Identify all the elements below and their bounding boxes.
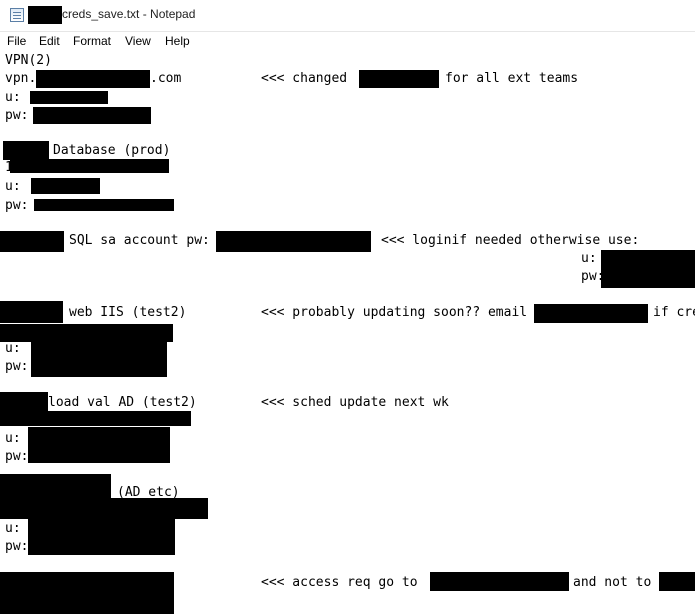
text-line: <<< access req go to xyxy=(261,575,418,590)
text-line: if cre xyxy=(653,305,695,320)
redaction-bar xyxy=(0,231,64,252)
text-line: <<< loginif needed otherwise use: xyxy=(381,233,640,248)
redaction-bar xyxy=(30,91,108,104)
text-line: pw: xyxy=(5,539,29,554)
redaction-bar xyxy=(0,411,191,426)
redaction-bar xyxy=(0,498,208,519)
text-line: pw: xyxy=(581,269,605,284)
text-line: vpn. xyxy=(5,71,37,86)
redaction-bar xyxy=(28,519,175,555)
window-title: creds_save.txt - Notepad xyxy=(62,7,196,21)
redaction-bar xyxy=(0,572,174,614)
redaction-bar xyxy=(359,70,439,88)
text-line: <<< changed xyxy=(261,71,348,86)
redaction-bar xyxy=(601,250,695,288)
text-line: pw: xyxy=(5,359,29,374)
text-line: u: xyxy=(5,341,21,356)
text-line: pw: xyxy=(5,449,29,464)
menu-view[interactable]: View xyxy=(125,34,151,48)
redaction-bar xyxy=(31,342,167,377)
text-line: u: xyxy=(5,431,21,446)
text-line: SQL sa account pw: xyxy=(69,233,210,248)
redaction-bar xyxy=(28,427,170,463)
menu-help[interactable]: Help xyxy=(165,34,190,48)
text-line: VPN(2) xyxy=(5,53,52,68)
redaction-bar xyxy=(430,572,569,591)
text-line: .com xyxy=(150,71,182,86)
text-line: u: xyxy=(581,251,597,266)
text-line: pw: xyxy=(5,108,29,123)
redaction-bar xyxy=(34,199,174,211)
redaction-bar xyxy=(28,6,62,24)
menu-file[interactable]: File xyxy=(7,34,26,48)
text-line: for all ext teams xyxy=(445,71,579,86)
redaction-bar xyxy=(36,70,150,88)
redaction-bar xyxy=(0,301,63,323)
text-line: u: xyxy=(5,90,21,105)
text-line: <<< probably updating soon?? email xyxy=(261,305,528,320)
redaction-bar xyxy=(534,304,648,323)
notepad-icon xyxy=(10,8,24,22)
text-line: load val AD (test2) xyxy=(48,395,197,410)
menu-format[interactable]: Format xyxy=(73,34,111,48)
text-editor[interactable]: VPN(2) vpn. .com <<< changed for all ext… xyxy=(0,52,695,614)
redaction-bar xyxy=(0,474,111,499)
title-bar: creds_save.txt - Notepad xyxy=(0,0,695,32)
text-line: and not to xyxy=(573,575,652,590)
redaction-bar xyxy=(0,324,173,342)
redaction-bar xyxy=(31,178,100,194)
text-line: <<< sched update next wk xyxy=(261,395,449,410)
redaction-bar xyxy=(3,141,49,160)
text-line: Database (prod) xyxy=(53,143,171,158)
redaction-bar xyxy=(33,107,151,124)
redaction-bar xyxy=(216,231,371,252)
menu-bar: File Edit Format View Help xyxy=(0,32,695,52)
redaction-bar xyxy=(10,159,169,173)
text-line: pw: xyxy=(5,198,29,213)
text-line: u: xyxy=(5,179,21,194)
redaction-bar xyxy=(659,572,695,591)
text-line: u: xyxy=(5,521,21,536)
text-line: web IIS (test2) xyxy=(69,305,187,320)
menu-edit[interactable]: Edit xyxy=(39,34,60,48)
